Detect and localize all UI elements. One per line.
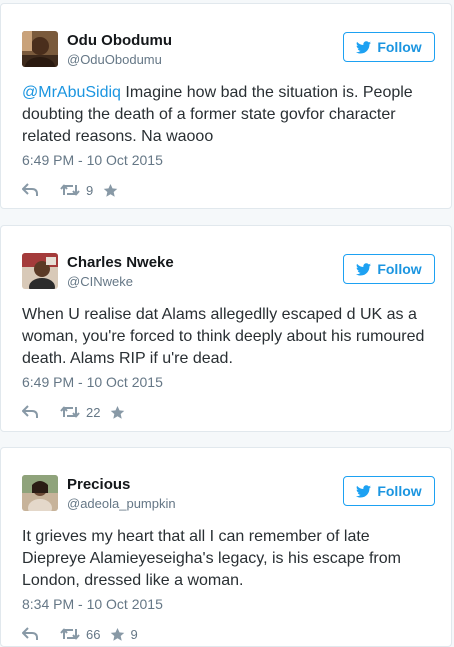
reply-icon (22, 627, 38, 640)
tweet-card: Odu Obodumu @OduObodumu Follow @MrAbuSid… (0, 3, 452, 209)
follow-label: Follow (377, 483, 422, 499)
timestamp[interactable]: 6:49 PM - 10 Oct 2015 (22, 374, 163, 390)
follow-button[interactable]: Follow (343, 254, 435, 284)
retweet-icon (60, 184, 80, 196)
follow-label: Follow (377, 39, 422, 55)
retweet-icon (60, 406, 80, 418)
display-name[interactable]: Odu Obodumu (67, 32, 172, 49)
avatar[interactable] (22, 475, 58, 511)
star-icon (103, 183, 118, 197)
tweet-body: It grieves my heart that all I can remem… (22, 528, 401, 589)
tweet-card: Precious @adeola_pumpkin Follow It griev… (0, 447, 452, 647)
bird-icon (356, 40, 372, 54)
tweet-text: @MrAbuSidiq Imagine how bad the situatio… (22, 82, 432, 148)
bird-icon (356, 262, 372, 276)
display-name[interactable]: Precious (67, 476, 130, 493)
like-count: 9 (130, 626, 138, 642)
retweet-count: 9 (86, 182, 94, 198)
tweet-body: When U realise dat Alams allegedlly esca… (22, 306, 425, 367)
display-name[interactable]: Charles Nweke (67, 254, 174, 271)
like-button[interactable] (110, 405, 130, 420)
follow-label: Follow (377, 261, 422, 277)
like-button[interactable] (103, 183, 123, 198)
retweet-icon (60, 628, 80, 640)
mention-link[interactable]: @MrAbuSidiq (22, 84, 121, 101)
user-handle[interactable]: @CINweke (67, 274, 133, 289)
avatar[interactable] (22, 31, 58, 67)
user-handle[interactable]: @OduObodumu (67, 52, 162, 67)
retweet-count: 22 (86, 404, 101, 420)
avatar[interactable] (22, 253, 58, 289)
reply-button[interactable] (22, 183, 60, 197)
retweet-button[interactable]: 66 (60, 627, 100, 642)
tweet-actions: 22 (22, 403, 130, 421)
bird-icon (356, 484, 372, 498)
tweet-text: When U realise dat Alams allegedlly esca… (22, 304, 432, 370)
retweet-button[interactable]: 22 (60, 405, 100, 420)
follow-button[interactable]: Follow (343, 32, 435, 62)
star-icon (111, 405, 125, 419)
reply-button[interactable] (22, 627, 60, 641)
user-handle[interactable]: @adeola_pumpkin (67, 496, 176, 511)
reply-icon (22, 405, 38, 418)
retweet-count: 66 (86, 626, 101, 642)
tweet-text: It grieves my heart that all I can remem… (22, 526, 432, 592)
tweet-actions: 9 (22, 181, 123, 199)
tweet-card: Charles Nweke @CINweke Follow When U rea… (0, 225, 452, 432)
star-icon (111, 627, 125, 641)
timestamp[interactable]: 8:34 PM - 10 Oct 2015 (22, 596, 163, 612)
tweet-actions: 66 9 (22, 625, 138, 643)
retweet-button[interactable]: 9 (60, 183, 93, 198)
follow-button[interactable]: Follow (343, 476, 435, 506)
like-button[interactable]: 9 (110, 626, 138, 642)
reply-icon (22, 183, 38, 196)
timestamp[interactable]: 6:49 PM - 10 Oct 2015 (22, 152, 163, 168)
reply-button[interactable] (22, 405, 60, 419)
